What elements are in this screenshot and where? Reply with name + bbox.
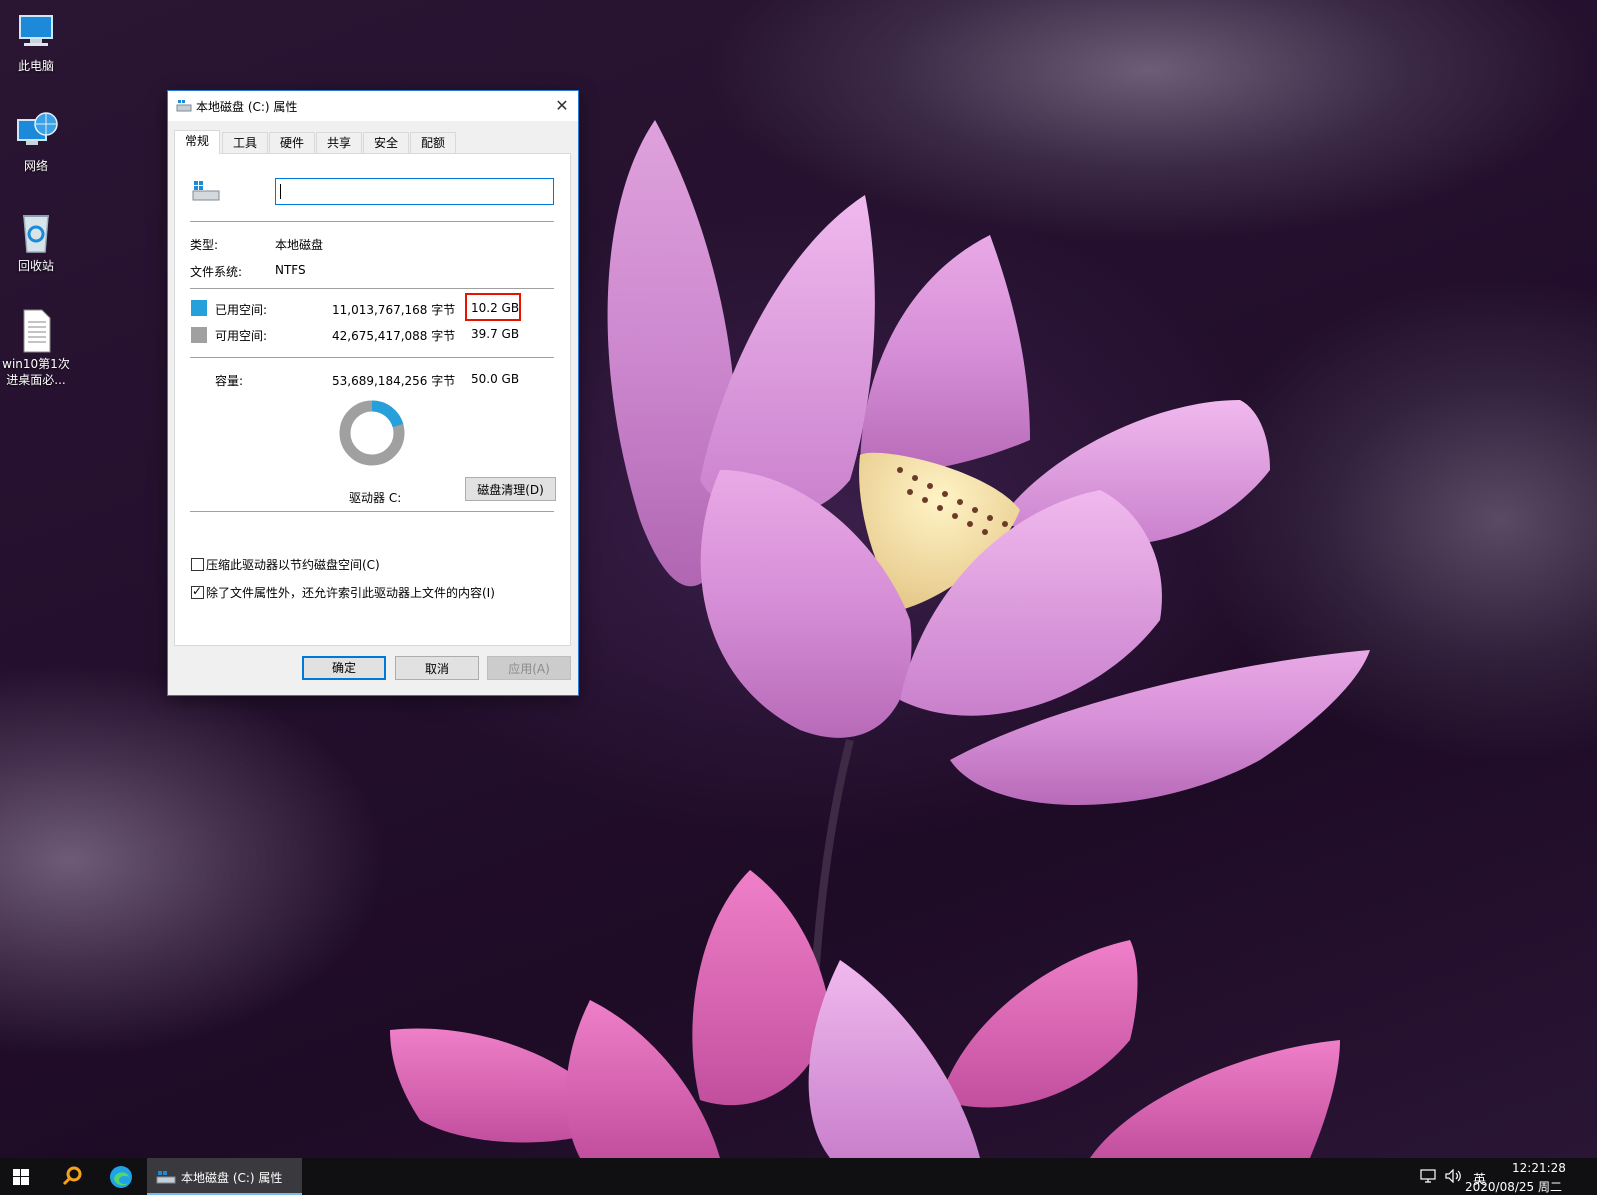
free-space-swatch bbox=[191, 327, 207, 343]
computer-icon bbox=[12, 8, 60, 56]
divider bbox=[190, 288, 554, 289]
edge-button[interactable] bbox=[100, 1158, 140, 1195]
free-space-label: 可用空间: bbox=[215, 329, 268, 343]
disk-cleanup-button[interactable]: 磁盘清理(D) bbox=[465, 477, 556, 501]
close-icon[interactable]: ✕ bbox=[546, 91, 578, 121]
used-space-swatch bbox=[191, 300, 207, 316]
divider bbox=[190, 357, 554, 358]
system-tray: 英 12:21:28 2020/08/25 周二 bbox=[1420, 1158, 1597, 1195]
filesystem-value: NTFS bbox=[275, 263, 306, 277]
windows-start-icon bbox=[13, 1169, 29, 1185]
drive-label: 驱动器 C: bbox=[349, 491, 402, 505]
dialog-title: 本地磁盘 (C:) 属性 bbox=[196, 100, 298, 114]
apply-button[interactable]: 应用(A) bbox=[487, 656, 571, 680]
divider bbox=[190, 511, 554, 512]
volume-icon[interactable] bbox=[1445, 1169, 1463, 1183]
used-space-label: 已用空间: bbox=[215, 303, 268, 317]
tab-security[interactable]: 安全 bbox=[363, 132, 409, 153]
network-tray-icon[interactable] bbox=[1420, 1169, 1436, 1183]
desktop-icon-network[interactable]: 网络 bbox=[0, 108, 72, 174]
properties-dialog: 本地磁盘 (C:) 属性 ✕ 常规 工具 硬件 共享 安全 配额 类型: 本地磁… bbox=[167, 90, 579, 696]
type-value: 本地磁盘 bbox=[275, 238, 324, 252]
used-space-bytes: 11,013,767,168 字节 bbox=[332, 303, 456, 317]
drive-large-icon bbox=[192, 181, 220, 201]
usage-donut-chart bbox=[339, 400, 405, 466]
taskbar-app-label: 本地磁盘 (C:) 属性 bbox=[181, 1171, 283, 1185]
index-checkbox[interactable]: ✓ bbox=[191, 584, 204, 599]
drive-icon bbox=[156, 1171, 176, 1184]
start-button[interactable] bbox=[0, 1158, 44, 1195]
compress-label: 压缩此驱动器以节约磁盘空间(C) bbox=[206, 558, 380, 572]
free-space-bytes: 42,675,417,088 字节 bbox=[332, 329, 456, 343]
clock-time[interactable]: 12:21:28 bbox=[1512, 1161, 1566, 1175]
ok-button[interactable]: 确定 bbox=[302, 656, 386, 680]
volume-label-input[interactable] bbox=[275, 178, 554, 205]
drive-icon bbox=[176, 100, 192, 112]
desktop-icon-label: 回收站 bbox=[17, 259, 54, 273]
desktop-icon-label: win10第1次进桌面必... bbox=[2, 357, 70, 387]
filesystem-label: 文件系统: bbox=[190, 265, 243, 279]
checkmark-icon: ✓ bbox=[192, 584, 203, 598]
desktop-icon-label: 网络 bbox=[23, 159, 48, 173]
divider bbox=[190, 221, 554, 222]
desktop-icon-text-file[interactable]: win10第1次进桌面必... bbox=[0, 306, 72, 388]
general-tab-panel: 类型: 本地磁盘 文件系统: NTFS 已用空间: 11,013,767,168… bbox=[174, 153, 571, 646]
desktop-icon-label: 此电脑 bbox=[17, 59, 54, 73]
tab-general[interactable]: 常规 bbox=[174, 130, 220, 154]
clock-date[interactable]: 2020/08/25 周二 bbox=[1465, 1178, 1562, 1195]
edge-browser-icon bbox=[110, 1166, 132, 1188]
search-icon bbox=[62, 1166, 82, 1186]
desktop-icon-recycle-bin[interactable]: 回收站 bbox=[0, 208, 72, 274]
recycle-bin-icon bbox=[12, 208, 60, 256]
capacity-bytes: 53,689,184,256 字节 bbox=[332, 374, 456, 388]
taskbar-active-app[interactable]: 本地磁盘 (C:) 属性 bbox=[147, 1158, 302, 1195]
network-icon bbox=[12, 108, 60, 156]
tab-tools[interactable]: 工具 bbox=[222, 132, 268, 153]
free-space-size: 39.7 GB bbox=[471, 327, 520, 341]
dialog-titlebar[interactable]: 本地磁盘 (C:) 属性 ✕ bbox=[168, 91, 578, 121]
compress-checkbox[interactable] bbox=[191, 558, 204, 571]
tab-hardware[interactable]: 硬件 bbox=[269, 132, 315, 153]
tab-sharing[interactable]: 共享 bbox=[316, 132, 362, 153]
text-file-icon bbox=[12, 306, 60, 354]
used-space-size: 10.2 GB bbox=[471, 301, 520, 315]
text-caret bbox=[280, 184, 281, 199]
taskbar: 本地磁盘 (C:) 属性 英 12:21:28 2020/08/25 周二 bbox=[0, 1158, 1597, 1195]
tab-quota[interactable]: 配额 bbox=[410, 132, 456, 153]
cancel-button[interactable]: 取消 bbox=[395, 656, 479, 680]
desktop-icon-this-pc[interactable]: 此电脑 bbox=[0, 8, 72, 74]
capacity-label: 容量: bbox=[215, 374, 244, 388]
capacity-size: 50.0 GB bbox=[471, 372, 520, 386]
index-label: 除了文件属性外，还允许索引此驱动器上文件的内容(I) bbox=[206, 586, 495, 600]
type-label: 类型: bbox=[190, 238, 219, 252]
search-button[interactable] bbox=[52, 1158, 92, 1195]
